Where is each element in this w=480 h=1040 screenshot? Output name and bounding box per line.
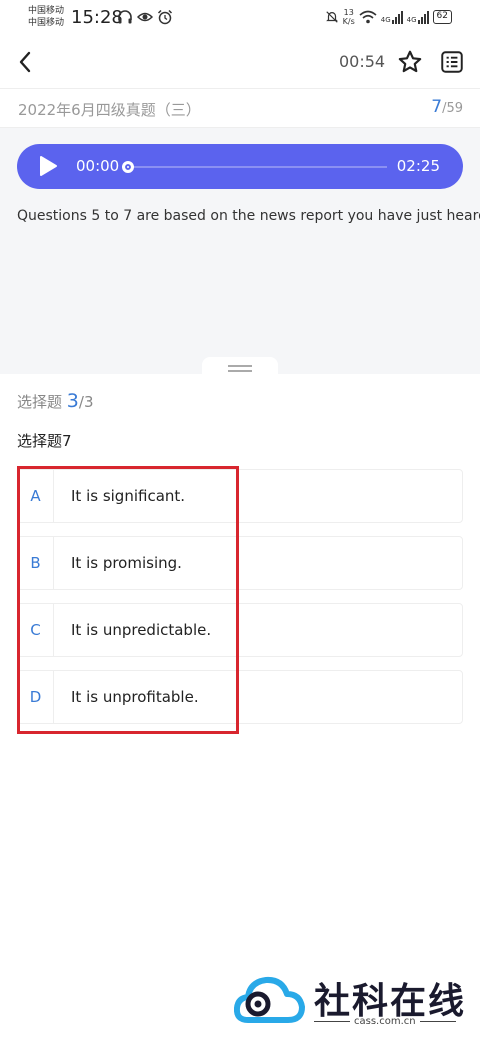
cloud-logo-icon — [234, 976, 305, 1023]
carrier-2: 中国移动 — [28, 18, 65, 28]
option-d[interactable]: D It is unprofitable. — [17, 670, 463, 724]
watermark: 社科在线 cass.com.cn — [234, 970, 480, 1030]
option-letter: C — [18, 604, 54, 656]
net-speed-unit: K/s — [342, 17, 355, 26]
progress-current: 7 — [431, 97, 443, 117]
audio-current-time: 00:00 — [76, 157, 120, 175]
play-button[interactable] — [37, 155, 59, 177]
watermark-domain: cass.com.cn — [354, 1016, 416, 1027]
option-letter: A — [18, 470, 54, 522]
option-b[interactable]: B It is promising. — [17, 536, 463, 590]
question-type-label: 选择题 — [17, 393, 63, 411]
signal-bars-icon — [391, 10, 403, 24]
option-letter: D — [18, 671, 54, 723]
option-text: It is unpredictable. — [71, 621, 212, 639]
signal-2-label: 4G — [406, 15, 417, 24]
eye-icon — [137, 12, 153, 22]
audio-player: 00:00 02:25 — [17, 144, 463, 189]
progress-total: /59 — [442, 101, 463, 116]
status-icons-right: 13 K/s 4G 4G 62 — [325, 8, 452, 26]
answer-sheet-button[interactable] — [439, 49, 465, 75]
battery-icon: 62 — [432, 10, 452, 24]
passage-panel: 00:00 02:25 Questions 5 to 7 are based o… — [0, 128, 480, 374]
question-progress: 7/59 — [431, 97, 463, 117]
passage-instruction: Questions 5 to 7 are based on the news r… — [17, 208, 480, 224]
chevron-left-icon — [19, 51, 31, 73]
panel-drag-handle[interactable] — [202, 357, 278, 381]
nav-bar: 00:54 — [0, 36, 480, 88]
favorite-button[interactable] — [397, 49, 423, 75]
play-icon — [40, 156, 57, 176]
exam-timer: 00:54 — [339, 52, 386, 71]
question-type-total: /3 — [78, 393, 94, 411]
question-type-header: 选择题 3/3 — [17, 390, 94, 412]
option-text: It is unprofitable. — [71, 688, 199, 706]
option-text: It is promising. — [71, 554, 182, 572]
signal-bars-icon — [417, 10, 429, 24]
paper-title: 2022年6月四级真题（三） — [18, 101, 201, 119]
carrier-1: 中国移动 — [28, 6, 65, 16]
signal-2: 4G — [406, 10, 429, 24]
alarm-icon — [157, 9, 173, 25]
back-button[interactable] — [12, 48, 38, 76]
carrier-names: 中国移动 中国移动 — [28, 5, 64, 29]
status-clock: 15:28 — [71, 7, 123, 28]
option-letter: B — [18, 537, 54, 589]
signal-1: 4G — [380, 10, 403, 24]
watermark-domain-row: cass.com.cn — [314, 1016, 456, 1027]
net-speed: 13 K/s — [343, 8, 355, 26]
audio-progress-track[interactable] — [125, 166, 387, 168]
audio-total-time: 02:25 — [396, 157, 440, 175]
answer-sheet-icon — [441, 51, 463, 73]
bell-off-icon — [325, 11, 338, 23]
question-type-current: 3 — [66, 390, 79, 412]
status-icons-left — [117, 9, 173, 25]
star-icon — [398, 50, 422, 73]
option-a[interactable]: A It is significant. — [17, 469, 463, 523]
signal-1-label: 4G — [380, 15, 391, 24]
question-name: 选择题7 — [17, 432, 72, 450]
headphones-icon — [118, 10, 132, 24]
audio-progress-knob[interactable] — [122, 161, 134, 173]
paper-title-bar: 2022年6月四级真题（三） 7/59 — [0, 88, 480, 128]
option-text: It is significant. — [71, 487, 186, 505]
net-speed-value: 13 — [343, 8, 354, 17]
status-bar: 中国移动 中国移动 15:28 13 K/s 4G 4G 62 — [0, 0, 480, 36]
wifi-icon — [359, 10, 377, 24]
option-c[interactable]: C It is unpredictable. — [17, 603, 463, 657]
